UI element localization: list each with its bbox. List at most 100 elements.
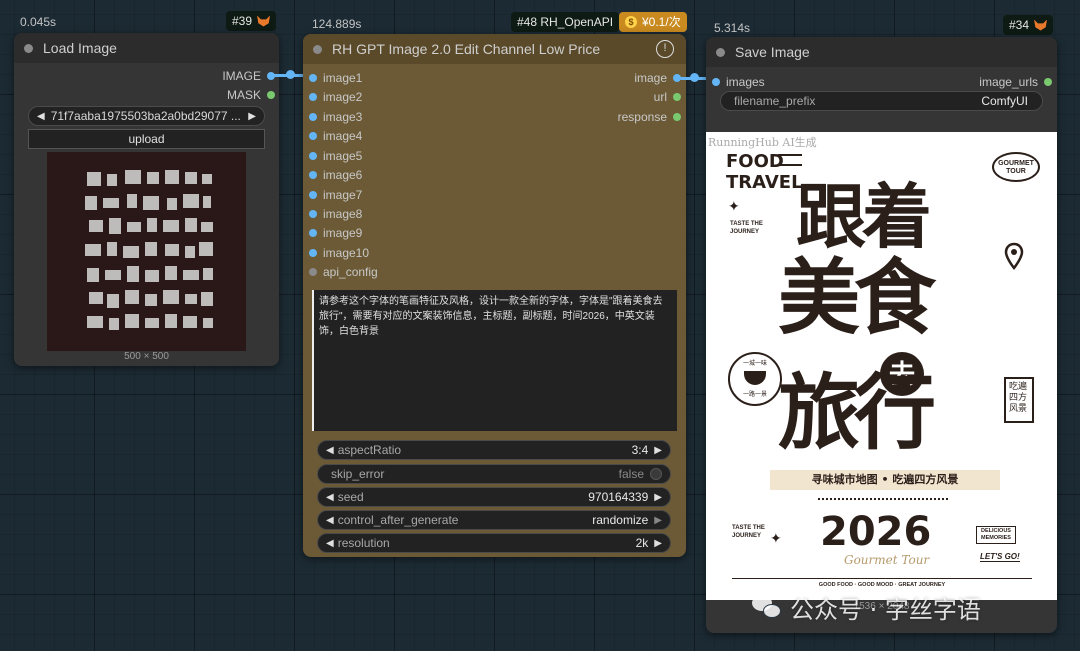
widget-label: skip_error [331,467,385,481]
widget-value: ComfyUI [981,94,1028,108]
load-node-header[interactable]: Load Image [14,33,279,63]
input-images[interactable]: images [712,75,765,89]
seed-number[interactable]: ◀ seed 970164339 ▶ [317,487,671,507]
info-icon[interactable]: ! [656,40,674,58]
input-port[interactable] [309,229,317,237]
save-node-header[interactable]: Save Image [706,37,1057,67]
input-label: image10 [323,246,370,260]
poster-taste-bottom: TASTE THE JOURNEY [732,525,765,539]
gpt-node-timer: 124.889s [312,17,362,31]
poster-line1: 跟着 [796,176,932,258]
output-image-urls[interactable]: image_urls [979,75,1052,89]
load-node-badge: #39 [226,11,277,31]
output-response[interactable]: response [618,110,681,124]
poster-year: 2026 [820,509,932,555]
filename-prefix-field[interactable]: filename_prefix ComfyUI [720,91,1043,111]
arrow-right-icon[interactable]: ▶ [654,538,662,549]
load-image-node[interactable]: Load Image IMAGE MASK ◀ 71f7aaba1975503b… [14,33,279,366]
input-image-preview [47,152,246,351]
gpt-node-header[interactable]: RH GPT Image 2.0 Edit Channel Low Price … [303,34,686,64]
output-mask-port[interactable] [267,91,275,99]
link-midpoint[interactable] [286,70,295,79]
poster-stamp: 吃遍四方风景 [1004,377,1034,423]
input-port[interactable] [309,210,317,218]
cost-badge: $ ¥0.1/次 [619,12,687,32]
upload-button[interactable]: upload [28,129,265,149]
input-port[interactable] [309,93,317,101]
skip-error-toggle[interactable]: skip_error false [317,464,671,484]
arrow-right-icon[interactable]: ▶ [248,111,256,122]
arrow-right-icon[interactable]: ▶ [654,445,662,456]
arrow-left-icon[interactable]: ◀ [326,445,334,456]
output-port[interactable] [673,93,681,101]
input-port[interactable] [309,74,317,82]
link-midpoint[interactable] [690,73,699,82]
image-select-value: 71f7aaba1975503ba2a0bd29077 ... [50,109,241,123]
input-image7[interactable]: image7 [309,188,362,202]
input-image10[interactable]: image10 [309,246,369,260]
arrow-left-icon[interactable]: ◀ [326,515,334,526]
wechat-watermark: 公众号 · 字丝字语 [752,590,981,625]
output-image[interactable]: image [634,71,681,85]
poster-script: Gourmet Tour [844,553,930,567]
output-image-preview: RunningHub AI生成 FOOD TRAVEL GOURMET TOUR… [706,132,1057,600]
output-port[interactable] [673,113,681,121]
widget-label: resolution [337,536,390,550]
poster-taste-top: TASTE THE JOURNEY [730,221,763,235]
input-port[interactable] [309,171,317,179]
arrow-left-icon[interactable]: ◀ [326,538,334,549]
dotted-divider [818,498,948,500]
input-port[interactable] [309,249,317,257]
toggle-knob[interactable] [650,468,662,480]
output-label: response [617,110,667,124]
input-port[interactable] [309,191,317,199]
control-after-generate-select[interactable]: ◀ control_after_generate randomize ▶ [317,510,671,530]
input-port[interactable] [309,268,317,276]
input-image4[interactable]: image4 [309,129,362,143]
input-image3[interactable]: image3 [309,110,362,124]
output-url[interactable]: url [654,90,681,104]
input-port[interactable] [309,132,317,140]
output-port[interactable] [1044,78,1052,86]
aspect-ratio-select[interactable]: ◀ aspectRatio 3:4 ▶ [317,440,671,460]
resolution-select[interactable]: ◀ resolution 2k ▶ [317,533,671,553]
input-label: api_config [323,265,378,279]
input-port[interactable] [309,152,317,160]
input-image9[interactable]: image9 [309,226,362,240]
output-label: image_urls [979,75,1038,89]
load-node-id: #39 [232,14,253,28]
input-label: image9 [323,226,363,240]
circle-top-text: 一城一味 [742,361,767,367]
input-image2[interactable]: image2 [309,90,362,104]
image-select[interactable]: ◀ 71f7aaba1975503ba2a0bd29077 ... ▶ [28,106,265,126]
input-api-config[interactable]: api_config [309,265,378,279]
footer-rule [732,578,1032,579]
input-image6[interactable]: image6 [309,168,362,182]
gpt-image-node[interactable]: RH GPT Image 2.0 Edit Channel Low Price … [303,34,686,557]
arrow-left-icon[interactable]: ◀ [37,111,45,122]
output-mask[interactable]: MASK [227,88,275,102]
input-image5[interactable]: image5 [309,149,362,163]
input-port[interactable] [309,113,317,121]
save-image-node[interactable]: Save Image images image_urls filename_pr… [706,37,1057,633]
input-label: image3 [323,110,363,124]
input-image8[interactable]: image8 [309,207,362,221]
arrow-left-icon[interactable]: ◀ [326,492,334,503]
poster-subtitle: 寻味城市地图 • 吃遍四方风景 [770,470,1000,490]
widget-label: control_after_generate [337,513,459,527]
arrow-right-icon[interactable]: ▶ [654,515,662,526]
poster-food: FOOD [726,151,784,172]
widget-value: randomize [592,513,649,527]
input-image1[interactable]: image1 [309,71,362,85]
load-node-timer: 0.045s [20,15,57,29]
prompt-textarea[interactable]: 请参考这个字体的笔画特征及风格，设计一款全新的字体，字体是"跟着美食去旅行"，需… [312,290,677,431]
input-port[interactable] [712,78,720,86]
widget-label: seed [337,490,364,504]
widget-value: 3:4 [631,443,649,457]
poster-travel: TRAVEL [726,172,803,193]
widget-value: 970164339 [588,490,649,504]
input-label: image8 [323,207,363,221]
poster-delicious: DELICIOUS MEMORIES [976,526,1016,544]
output-image[interactable]: IMAGE [222,69,275,83]
arrow-right-icon[interactable]: ▶ [654,492,662,503]
